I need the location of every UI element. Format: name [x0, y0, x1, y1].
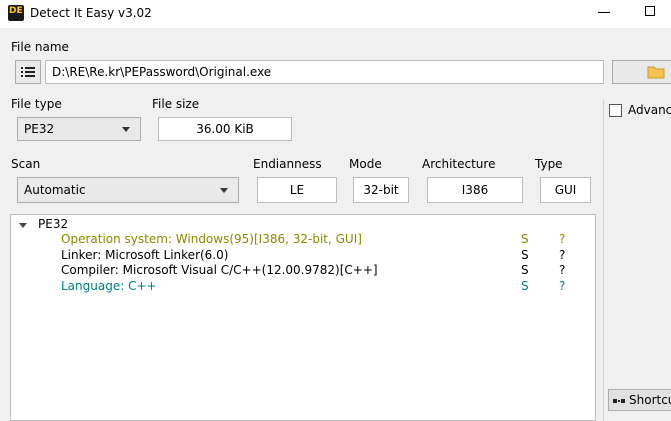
app-icon: DE [8, 5, 24, 21]
chevron-down-icon [122, 127, 130, 132]
type-label: Type [535, 157, 563, 171]
advanced-label[interactable]: Advanced [628, 103, 671, 117]
mode-value: 32-bit [363, 183, 399, 197]
open-file-button[interactable] [612, 60, 671, 84]
endianness-label: Endianness [253, 157, 322, 171]
chevron-down-icon [220, 188, 228, 193]
type-value: GUI [554, 183, 577, 197]
advanced-checkbox[interactable] [609, 104, 622, 117]
scan-value: Automatic [24, 183, 86, 197]
signature-info[interactable]: ? [559, 232, 565, 246]
signature-info[interactable]: ? [559, 263, 565, 277]
scan-select[interactable]: Automatic [17, 177, 239, 203]
app-icon-letters: DE [9, 6, 23, 16]
signature-s[interactable]: S [521, 279, 529, 293]
file-name-label: File name [11, 40, 69, 54]
tree-item-compiler[interactable]: Compiler: Microsoft Visual C/C++(12.00.9… [61, 263, 378, 277]
tree-root[interactable]: PE32 [38, 217, 68, 231]
file-size-value: 36.00 KiB [196, 122, 254, 136]
file-type-select[interactable]: PE32 [17, 117, 141, 141]
mode-label: Mode [349, 157, 382, 171]
file-type-value: PE32 [24, 122, 55, 136]
shortcuts-button[interactable]: Shortcuts [608, 389, 671, 411]
signature-info[interactable]: ? [559, 248, 565, 262]
file-path-field[interactable]: D:\RE\Re.kr\PEPassword\Original.exe [45, 60, 604, 84]
right-panel: Advanced Shortcuts [603, 100, 671, 421]
file-size-label: File size [152, 97, 200, 111]
results-tree[interactable]: PE32 Operation system: Windows(95)[I386,… [10, 214, 596, 421]
tree-item-linker[interactable]: Linker: Microsoft Linker(6.0) [61, 248, 228, 262]
endianness-value: LE [289, 183, 305, 197]
shortcuts-label: Shortcuts [629, 393, 671, 407]
folder-icon [647, 66, 665, 79]
architecture-value: I386 [461, 183, 489, 197]
title-bar: DE Detect It Easy v3.02 [0, 0, 671, 28]
file-type-label: File type [11, 97, 62, 111]
minimize-icon[interactable] [598, 12, 610, 13]
file-path-value: D:\RE\Re.kr\PEPassword\Original.exe [52, 65, 272, 79]
window-title: Detect It Easy v3.02 [30, 6, 152, 20]
file-size-field: 36.00 KiB [158, 117, 292, 141]
architecture-label: Architecture [422, 157, 496, 171]
maximize-icon[interactable] [645, 6, 655, 16]
signature-s[interactable]: S [521, 263, 529, 277]
architecture-field: I386 [427, 177, 523, 203]
list-icon [21, 67, 35, 77]
collapse-arrow-icon[interactable] [19, 223, 27, 228]
mode-field: 32-bit [353, 177, 409, 203]
shortcut-icon [613, 399, 625, 403]
signature-s[interactable]: S [521, 248, 529, 262]
type-field: GUI [540, 177, 591, 203]
signature-s[interactable]: S [521, 232, 529, 246]
scan-label: Scan [11, 157, 41, 171]
endianness-field: LE [257, 177, 337, 203]
tree-item-os[interactable]: Operation system: Windows(95)[I386, 32-b… [61, 232, 362, 246]
tree-item-language[interactable]: Language: C++ [61, 279, 157, 293]
signature-info[interactable]: ? [559, 279, 565, 293]
list-button[interactable] [15, 60, 41, 84]
